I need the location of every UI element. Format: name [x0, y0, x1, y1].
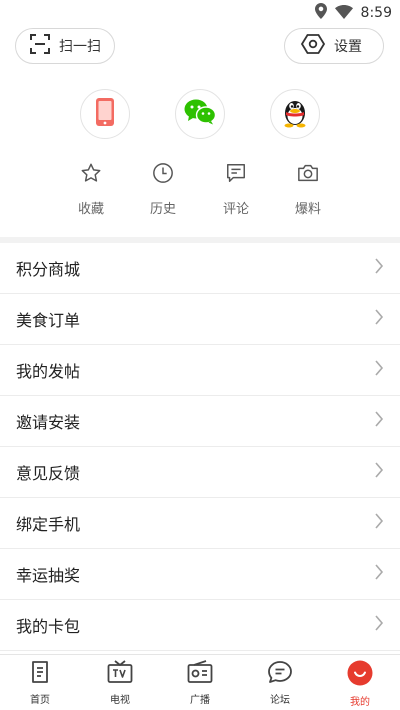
wechat-login-icon — [184, 99, 217, 129]
location-icon — [314, 3, 327, 23]
phone-login-icon — [95, 97, 115, 131]
menu-item-label: 我的发帖 — [16, 362, 81, 381]
chevron-right-icon — [374, 564, 384, 584]
menu-item-label: 幸运抽奖 — [16, 566, 81, 585]
tab-home[interactable]: 首页 — [0, 655, 80, 710]
menu-item-my-posts[interactable]: 我的发帖 — [0, 345, 400, 396]
tab-label: 我的 — [350, 697, 370, 708]
tab-radio[interactable]: 广播 — [160, 655, 240, 710]
menu-item-label: 积分商城 — [16, 260, 81, 279]
quick-action-comments[interactable]: 评论 — [206, 162, 266, 217]
chevron-right-icon — [374, 615, 384, 635]
menu-item-label: 意见反馈 — [16, 464, 81, 483]
menu-item-card-wallet[interactable]: 我的卡包 — [0, 600, 400, 651]
settings-hexagon-icon — [300, 34, 326, 58]
scan-label: 扫一扫 — [59, 39, 101, 55]
chevron-right-icon — [374, 258, 384, 278]
menu-item-label: 绑定手机 — [16, 515, 81, 534]
menu-item-invite-install[interactable]: 邀请安装 — [0, 396, 400, 447]
tab-label: 电视 — [110, 695, 130, 706]
tab-mine[interactable]: 我的 — [320, 655, 400, 710]
chevron-right-icon — [374, 513, 384, 533]
status-time: 8:59 — [360, 5, 392, 21]
home-doc-icon — [28, 660, 52, 688]
chevron-right-icon — [374, 411, 384, 431]
tab-forum[interactable]: 论坛 — [240, 655, 320, 710]
status-bar: 8:59 — [0, 0, 400, 24]
quick-action-history[interactable]: 历史 — [133, 162, 193, 217]
tab-label: 首页 — [30, 695, 50, 706]
clock-icon — [152, 162, 174, 188]
menu-list: 积分商城 美食订单 我的发帖 邀请安装 意见反馈 绑定手机 幸运抽奖 我的卡包 — [0, 243, 400, 651]
menu-item-label: 我的卡包 — [16, 617, 81, 636]
settings-label: 设置 — [334, 39, 362, 55]
chevron-right-icon — [374, 462, 384, 482]
tv-icon — [107, 660, 133, 688]
quick-action-label: 历史 — [149, 202, 176, 217]
tab-label: 论坛 — [270, 695, 290, 706]
quick-action-label: 收藏 — [77, 202, 104, 217]
scan-icon — [30, 34, 50, 58]
scan-button[interactable]: 扫一扫 — [15, 28, 115, 64]
quick-actions: 收藏 历史 评论 爆料 — [0, 162, 400, 218]
chevron-right-icon — [374, 360, 384, 380]
menu-item-lucky-draw[interactable]: 幸运抽奖 — [0, 549, 400, 600]
phone-login-button[interactable] — [80, 89, 130, 139]
tab-tv[interactable]: 电视 — [80, 655, 160, 710]
menu-item-label: 邀请安装 — [16, 413, 81, 432]
radio-icon — [187, 660, 213, 688]
menu-item-food-orders[interactable]: 美食订单 — [0, 294, 400, 345]
quick-action-favorites[interactable]: 收藏 — [61, 162, 121, 217]
menu-item-bind-phone[interactable]: 绑定手机 — [0, 498, 400, 549]
top-action-row: 扫一扫 设置 — [0, 28, 400, 64]
forum-icon — [267, 660, 293, 688]
star-icon — [80, 162, 102, 188]
bottom-tab-bar: 首页 电视 广播 论坛 我的 — [0, 654, 400, 710]
quick-action-report[interactable]: 爆料 — [278, 162, 338, 217]
wechat-login-button[interactable] — [175, 89, 225, 139]
menu-item-points-mall[interactable]: 积分商城 — [0, 243, 400, 294]
wifi-icon — [334, 4, 353, 23]
menu-item-feedback[interactable]: 意见反馈 — [0, 447, 400, 498]
tab-label: 广播 — [190, 695, 210, 706]
quick-action-label: 评论 — [222, 202, 249, 217]
qq-login-icon — [282, 96, 308, 132]
chevron-right-icon — [374, 309, 384, 329]
comment-icon — [225, 162, 247, 188]
qq-login-button[interactable] — [270, 89, 320, 139]
camera-icon — [297, 162, 319, 188]
profile-icon — [347, 660, 373, 690]
settings-button[interactable]: 设置 — [284, 28, 384, 64]
menu-item-label: 美食订单 — [16, 311, 81, 330]
quick-action-label: 爆料 — [294, 202, 321, 217]
login-options — [0, 89, 400, 139]
